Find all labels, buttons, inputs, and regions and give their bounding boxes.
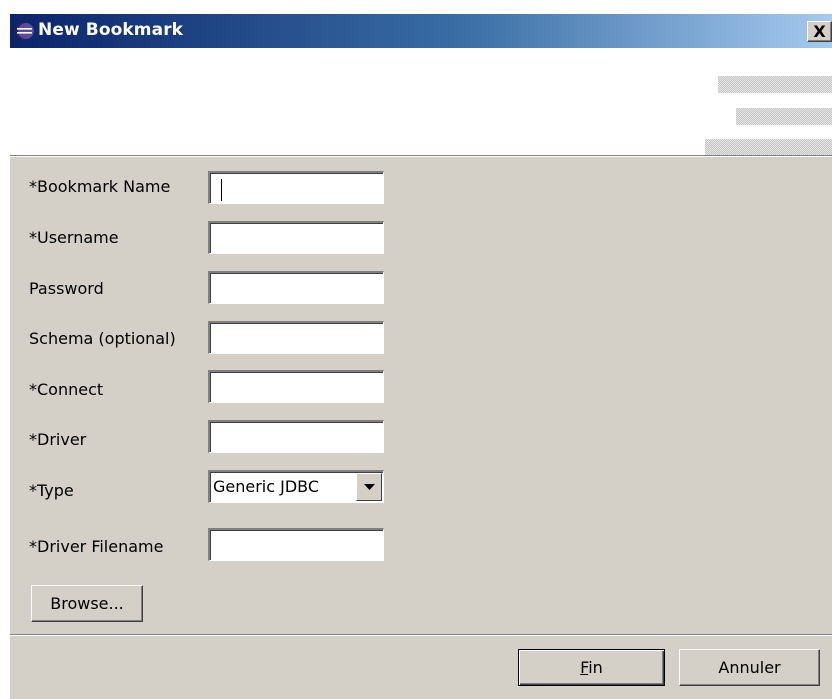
title-bar[interactable]: New Bookmark X bbox=[10, 14, 832, 48]
password-input[interactable] bbox=[208, 271, 384, 304]
password-label: Password bbox=[29, 279, 104, 298]
driver-label: *Driver bbox=[29, 430, 87, 449]
username-input[interactable] bbox=[208, 221, 384, 254]
schema-input[interactable] bbox=[208, 321, 384, 354]
footer-divider-highlight bbox=[10, 635, 832, 636]
eclipse-icon bbox=[14, 21, 34, 41]
connect-input[interactable] bbox=[208, 370, 384, 403]
wizard-banner bbox=[10, 48, 832, 156]
username-label: *Username bbox=[29, 228, 119, 247]
banner-decoration bbox=[718, 76, 832, 93]
connect-label: *Connect bbox=[29, 380, 104, 399]
bookmark-name-label: *Bookmark Name bbox=[29, 177, 171, 196]
driver-filename-input[interactable] bbox=[208, 528, 384, 561]
driver-input[interactable] bbox=[208, 420, 384, 453]
bookmark-name-input[interactable] bbox=[208, 171, 384, 204]
close-icon[interactable]: X bbox=[807, 21, 832, 42]
cancel-button[interactable]: Annuler bbox=[679, 649, 820, 686]
banner-divider-highlight bbox=[10, 156, 832, 157]
dropdown-arrow-icon bbox=[364, 484, 375, 490]
finish-label: in bbox=[588, 658, 603, 677]
text-caret bbox=[221, 179, 222, 201]
schema-label: Schema (optional) bbox=[29, 329, 176, 348]
dropdown-button[interactable] bbox=[356, 473, 382, 501]
window-title: New Bookmark bbox=[38, 20, 184, 40]
banner-decoration bbox=[705, 139, 832, 156]
finish-mnemonic: F bbox=[580, 658, 589, 677]
driver-filename-label: *Driver Filename bbox=[29, 537, 164, 556]
browse-button[interactable]: Browse... bbox=[31, 585, 143, 622]
new-bookmark-dialog: New Bookmark X *Bookmark Name *Username … bbox=[10, 14, 832, 699]
type-label: *Type bbox=[29, 481, 74, 500]
type-selected-value: Generic JDBC bbox=[213, 477, 320, 496]
type-dropdown[interactable]: Generic JDBC bbox=[208, 470, 384, 503]
banner-decoration bbox=[736, 108, 832, 125]
finish-button[interactable]: Fin bbox=[518, 649, 665, 686]
